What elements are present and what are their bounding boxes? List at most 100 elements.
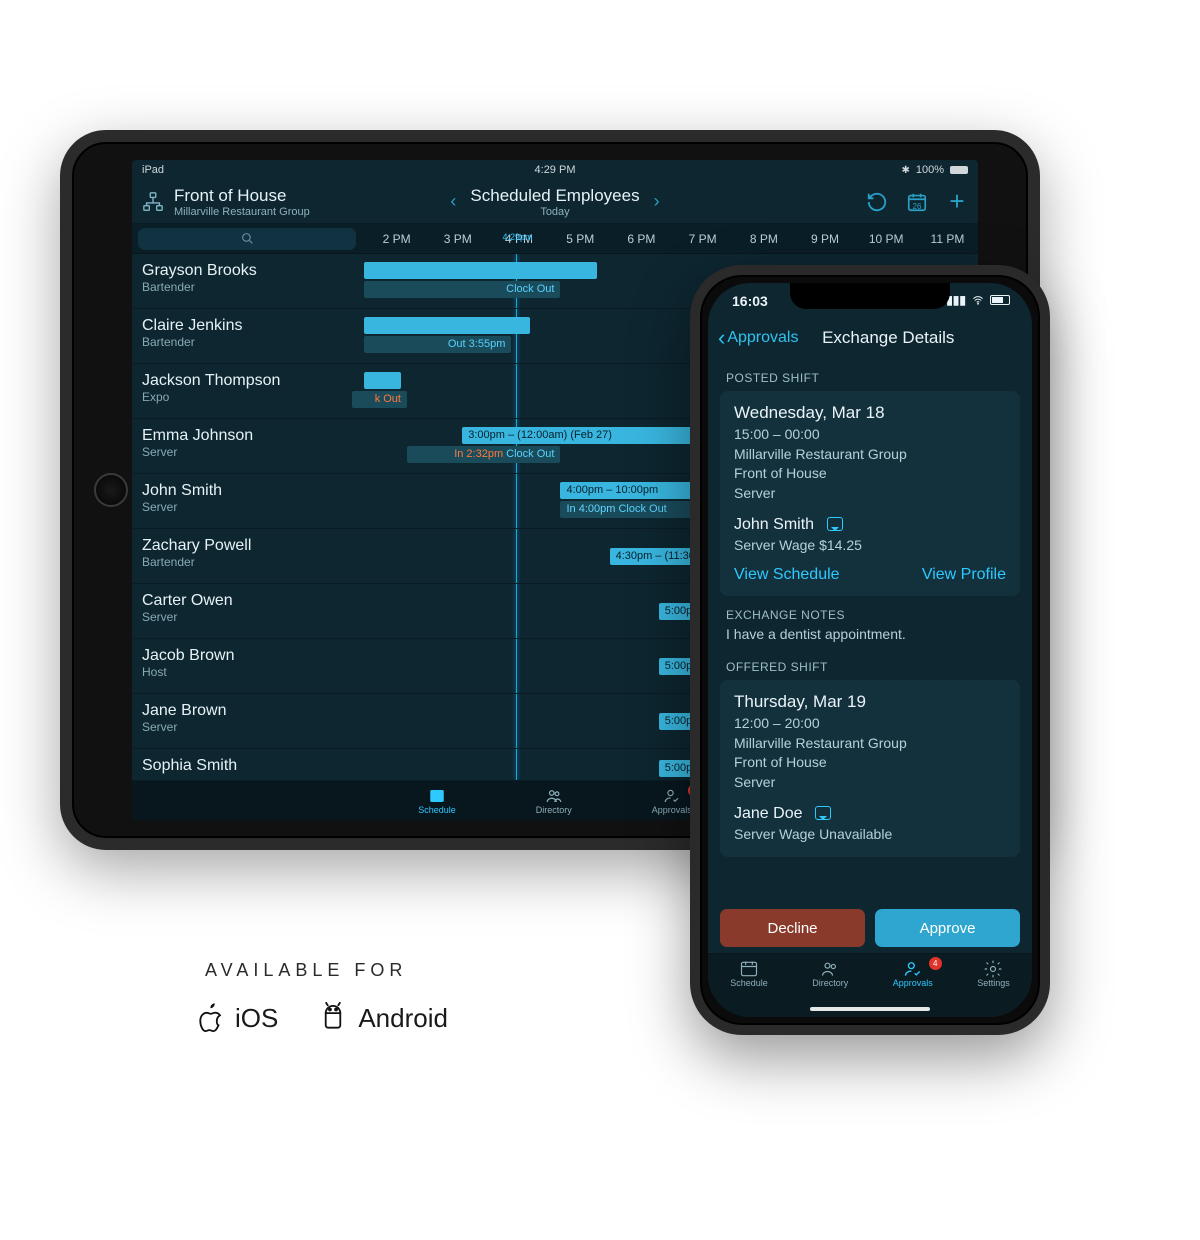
add-button[interactable]: + [946, 191, 968, 213]
hour-label: 8 PM [733, 232, 794, 246]
scroll-content[interactable]: POSTED SHIFT Wednesday, Mar 18 15:00 – 0… [708, 363, 1032, 907]
posted-role: Server [734, 484, 1006, 504]
hour-label: 10 PM [856, 232, 917, 246]
people-icon [820, 960, 840, 978]
approvals-badge: 4 [929, 957, 942, 970]
home-indicator[interactable] [810, 1007, 930, 1011]
employee-name: Jacob Brown [142, 647, 354, 665]
posted-shift-card: Wednesday, Mar 18 15:00 – 00:00 Millarvi… [720, 391, 1020, 596]
shift-bar[interactable]: Clock Out [364, 281, 560, 298]
hour-label: 2 PM [366, 232, 427, 246]
schedule-subtitle: Today [470, 206, 639, 218]
employee-name: Emma Johnson [142, 427, 354, 445]
next-day-button[interactable]: › [640, 191, 674, 212]
posted-person: John Smith [734, 516, 814, 533]
posted-wage: Server Wage $14.25 [734, 536, 1006, 556]
employee-name: Sophia Smith [142, 757, 354, 775]
employee-name: Claire Jenkins [142, 317, 354, 335]
calendar-grid-icon [739, 960, 759, 978]
hour-label: 7 PM [672, 232, 733, 246]
shift-bar[interactable]: k Out [352, 391, 407, 408]
status-battery: 100% [916, 164, 944, 176]
gear-icon [983, 960, 1003, 978]
shift-bar[interactable] [364, 372, 401, 389]
employee-role: Server [142, 720, 354, 734]
phone-tab-approvals[interactable]: 4 Approvals [893, 960, 933, 988]
page-title: Exchange Details [758, 328, 1018, 348]
chat-icon[interactable] [827, 517, 843, 531]
ipad-home-button[interactable] [94, 473, 128, 507]
view-schedule-link[interactable]: View Schedule [734, 566, 840, 584]
view-profile-link[interactable]: View Profile [922, 566, 1006, 584]
hour-label: 5 PM [550, 232, 611, 246]
tab-schedule[interactable]: Schedule [418, 787, 456, 815]
status-device: iPad [142, 164, 164, 176]
employee-role: Host [142, 665, 354, 679]
posted-dept: Front of House [734, 464, 1006, 484]
employee-role: Bartender [142, 280, 354, 294]
offered-person: Jane Doe [734, 805, 803, 822]
decline-button[interactable]: Decline [720, 909, 865, 947]
battery-icon [990, 295, 1010, 305]
employee-name: John Smith [142, 482, 354, 500]
shift-bar[interactable] [364, 317, 530, 334]
org-chart-icon[interactable] [142, 191, 164, 213]
shift-bar[interactable]: Out 3:55pm [364, 336, 511, 353]
timeline-header: 4:29pm 2 PM3 PM4 PM5 PM6 PM7 PM8 PM9 PM1… [132, 224, 978, 254]
iphone-notch [790, 283, 950, 309]
chat-icon[interactable] [815, 806, 831, 820]
available-label: AVAILABLE FOR [205, 960, 645, 981]
calendar-grid-icon [427, 787, 447, 805]
phone-status-time: 16:03 [732, 293, 768, 309]
tab-directory[interactable]: Directory [536, 787, 572, 815]
employee-role: Server [142, 445, 354, 459]
android-label: Android [358, 1003, 448, 1034]
ipad-header: Front of House Millarville Restaurant Gr… [132, 178, 978, 224]
phone-tab-schedule[interactable]: Schedule [730, 960, 768, 988]
department-title[interactable]: Front of House [174, 186, 310, 206]
tab-approvals[interactable]: 4 Approvals [652, 787, 692, 815]
employee-role: Expo [142, 390, 354, 404]
hour-label: 11 PM [917, 232, 978, 246]
battery-icon [950, 166, 968, 174]
employee-role: Bartender [142, 335, 354, 349]
apple-icon [195, 1001, 225, 1035]
employee-name: Carter Owen [142, 592, 354, 610]
employee-name: Jane Brown [142, 702, 354, 720]
employee-role: Server [142, 610, 354, 624]
now-time-label: 4:29pm [502, 232, 532, 242]
employee-role: Bartender [142, 555, 354, 569]
tab-schedule-label: Schedule [418, 805, 456, 815]
shift-bar[interactable]: In 2:32pm Clock Out [407, 446, 561, 463]
offered-shift-label: OFFERED SHIFT [708, 652, 1032, 680]
ios-label: iOS [235, 1003, 278, 1034]
calendar-icon[interactable]: 26 [906, 191, 928, 213]
approvals-icon [662, 787, 682, 805]
notes-text: I have a dentist appointment. [726, 626, 1014, 642]
shift-bar[interactable] [364, 262, 597, 279]
approve-button[interactable]: Approve [875, 909, 1020, 947]
offered-dept: Front of House [734, 753, 1006, 773]
status-time: 4:29 PM [535, 164, 576, 176]
phone-header: ‹ Approvals Exchange Details [708, 323, 1032, 363]
exchange-notes: EXCHANGE NOTES I have a dentist appointm… [708, 604, 1032, 652]
refresh-icon[interactable] [866, 191, 888, 213]
offered-shift-card: Thursday, Mar 19 12:00 – 20:00 Millarvil… [720, 680, 1020, 857]
tab-directory-label: Directory [536, 805, 572, 815]
search-input[interactable] [138, 228, 356, 250]
chevron-left-icon: ‹ [718, 325, 725, 351]
phone-tab-settings[interactable]: Settings [977, 960, 1010, 988]
hour-label: 9 PM [794, 232, 855, 246]
phone-tab-directory[interactable]: Directory [812, 960, 848, 988]
android-icon [318, 1001, 348, 1035]
org-subtitle: Millarville Restaurant Group [174, 206, 310, 218]
prev-day-button[interactable]: ‹ [436, 191, 470, 212]
hour-label: 3 PM [427, 232, 488, 246]
posted-group: Millarville Restaurant Group [734, 445, 1006, 465]
posted-date: Wednesday, Mar 18 [734, 403, 1006, 423]
iphone-device: 16:03 ▮▮▮ ‹ Approvals Exchange Details P… [690, 265, 1050, 1035]
wifi-icon [971, 295, 985, 306]
employee-name: Grayson Brooks [142, 262, 354, 280]
employee-name: Zachary Powell [142, 537, 354, 555]
employee-role: Server [142, 500, 354, 514]
